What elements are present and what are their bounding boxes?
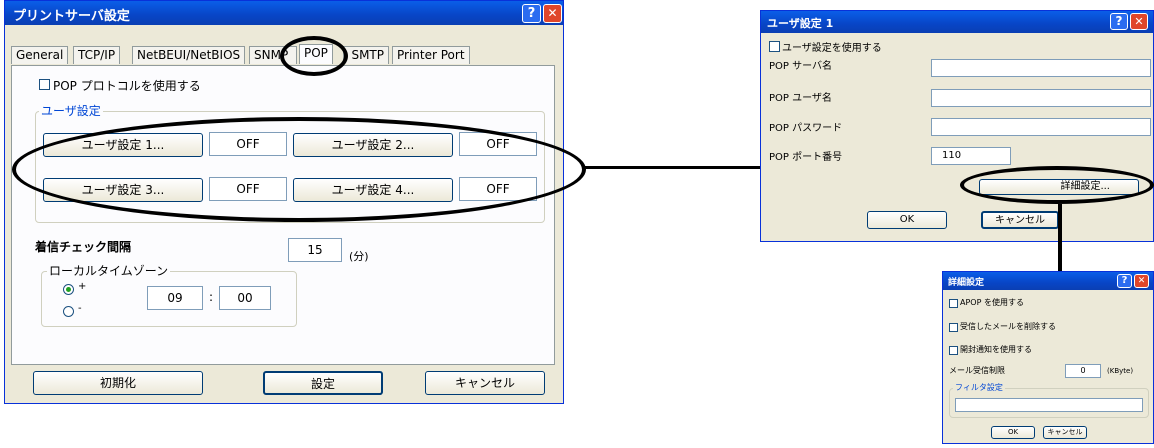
tab-printer-port[interactable]: Printer Port <box>392 46 470 64</box>
use-user-setting-checkbox[interactable] <box>769 41 780 52</box>
user-dialog-cancel-button[interactable]: キャンセル <box>981 211 1059 229</box>
detail-dialog-titlebar: 詳細設定 ? ✕ <box>943 272 1153 290</box>
apop-label: APOP を使用する <box>960 298 1024 307</box>
read-notify-label: 開封通知を使用する <box>960 345 1032 354</box>
tz-minus-label: - <box>78 303 82 314</box>
tz-separator: : <box>209 290 214 304</box>
tz-minute-input[interactable]: 00 <box>219 286 271 310</box>
detail-dialog-ok-button[interactable]: OK <box>991 426 1035 439</box>
user-settings-highlight <box>12 117 586 222</box>
connector-line-2 <box>1058 204 1062 272</box>
detail-settings-dialog: 詳細設定 ? ✕ APOP を使用する 受信したメールを削除する 開封通知を使用… <box>942 271 1154 444</box>
pop-password-label: POP パスワード <box>769 123 843 134</box>
cancel-button[interactable]: キャンセル <box>425 371 545 395</box>
detail-dialog-cancel-button[interactable]: キャンセル <box>1043 426 1087 439</box>
receive-limit-input[interactable]: 0 <box>1065 364 1101 378</box>
apply-button[interactable]: 設定 <box>263 371 383 395</box>
pop-password-input[interactable] <box>931 118 1151 136</box>
detail-button-highlight <box>960 166 1154 204</box>
tz-minus-radio[interactable] <box>63 306 74 317</box>
pop-user-label: POP ユーザ名 <box>769 93 832 104</box>
detail-dialog-close-button[interactable]: ✕ <box>1134 274 1149 288</box>
tz-hour-input[interactable]: 09 <box>147 286 203 310</box>
use-pop-checkbox[interactable] <box>39 79 50 90</box>
user-setting-dialog: ユーザ設定 1 ? ✕ ユーザ設定を使用する POP サーバ名 POP ユーザ名… <box>760 10 1154 242</box>
pop-port-input[interactable]: 110 <box>931 147 1011 165</box>
pop-server-label: POP サーバ名 <box>769 61 833 72</box>
tab-netbeui[interactable]: NetBEUI/NetBIOS <box>132 46 246 64</box>
initialize-button[interactable]: 初期化 <box>33 371 203 395</box>
user-dialog-ok-button[interactable]: OK <box>867 211 947 229</box>
read-notify-checkbox[interactable] <box>949 346 958 355</box>
user-dialog-title: ユーザ設定 1 <box>767 17 834 30</box>
detail-dialog-title: 詳細設定 <box>948 278 985 288</box>
receive-limit-unit: (KByte) <box>1107 367 1134 375</box>
filter-legend: フィルタ設定 <box>953 382 1005 393</box>
tab-smtp[interactable]: SMTP <box>343 46 389 64</box>
tab-general[interactable]: General <box>11 46 69 64</box>
user-dialog-help-button[interactable]: ? <box>1110 13 1128 30</box>
interval-unit: (分) <box>349 250 369 263</box>
delete-received-label: 受信したメールを削除する <box>960 322 1056 331</box>
main-titlebar: プリントサーバ設定 ? ✕ <box>5 1 563 25</box>
receive-limit-label: メール受信制限 <box>949 366 1005 375</box>
interval-input[interactable]: 15 <box>288 238 342 262</box>
apop-checkbox[interactable] <box>949 299 958 308</box>
use-user-setting-label: ユーザ設定を使用する <box>782 43 882 54</box>
use-pop-label: POP プロトコルを使用する <box>53 79 201 93</box>
tz-plus-label: + <box>78 281 87 292</box>
user-dialog-titlebar: ユーザ設定 1 ? ✕ <box>761 11 1153 33</box>
pop-server-input[interactable] <box>931 59 1151 77</box>
pop-port-label: POP ポート番号 <box>769 152 843 163</box>
timezone-legend: ローカルタイムゾーン <box>47 262 171 279</box>
detail-dialog-help-button[interactable]: ? <box>1117 274 1132 288</box>
delete-received-checkbox[interactable] <box>949 323 958 332</box>
interval-label: 着信チェック間隔 <box>35 240 132 254</box>
pop-tab-highlight <box>280 36 348 76</box>
connector-line-1 <box>585 166 761 169</box>
filter-input[interactable] <box>955 398 1143 412</box>
help-button[interactable]: ? <box>522 4 541 23</box>
user-settings-legend: ユーザ設定 <box>39 102 103 119</box>
tab-tcpip[interactable]: TCP/IP <box>73 46 121 64</box>
close-button[interactable]: ✕ <box>543 4 562 23</box>
tz-plus-radio[interactable] <box>63 284 74 295</box>
main-title: プリントサーバ設定 <box>13 9 130 24</box>
pop-user-input[interactable] <box>931 89 1151 107</box>
user-dialog-close-button[interactable]: ✕ <box>1130 13 1148 30</box>
